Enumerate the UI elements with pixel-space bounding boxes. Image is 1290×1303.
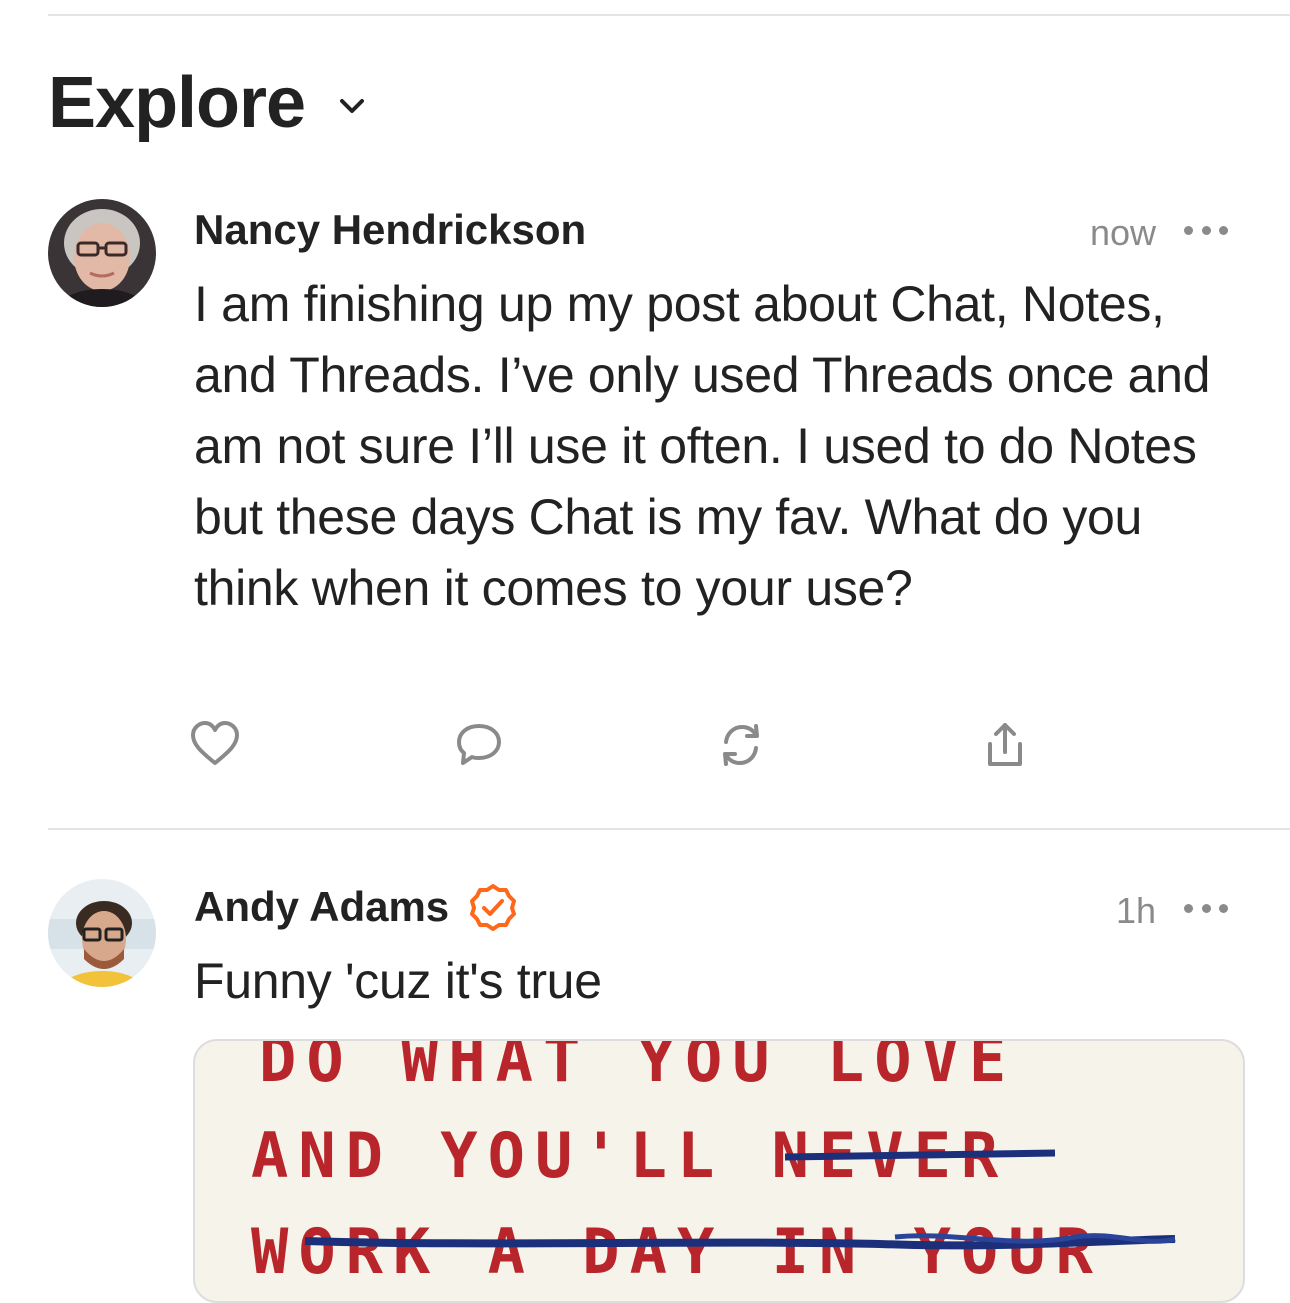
timestamp: 1h [1115,890,1156,931]
post-image[interactable]: DO WHAT YOU LOVE AND YOU'LL NEVER WORK A… [193,1039,1245,1303]
comment-icon[interactable] [454,720,504,770]
more-options-icon[interactable] [1184,904,1228,916]
share-icon[interactable] [980,720,1030,770]
verified-badge-icon [470,884,517,931]
heart-icon[interactable] [190,720,240,770]
chevron-down-icon [340,99,365,113]
post-divider [48,828,1290,830]
strikethrough-scribble [304,1149,1176,1250]
avatar[interactable] [48,879,156,987]
post-text: Funny 'cuz it's true [194,953,602,1009]
post-text: I am finishing up my post about Chat, No… [194,276,1211,616]
author-name-text: Nancy Hendrickson [194,206,587,253]
post-actions [190,720,1090,770]
more-options-icon[interactable] [1184,226,1228,238]
feed-title: Explore [48,63,306,143]
author-name[interactable]: Andy Adams [194,883,517,931]
restack-icon[interactable] [716,720,766,770]
feed-selector[interactable]: Explore [48,62,365,144]
author-name-text: Andy Adams [194,883,450,930]
author-name[interactable]: Nancy Hendrickson [194,206,586,254]
top-divider [48,14,1290,16]
avatar[interactable] [48,199,156,307]
timestamp: now [1089,212,1156,253]
